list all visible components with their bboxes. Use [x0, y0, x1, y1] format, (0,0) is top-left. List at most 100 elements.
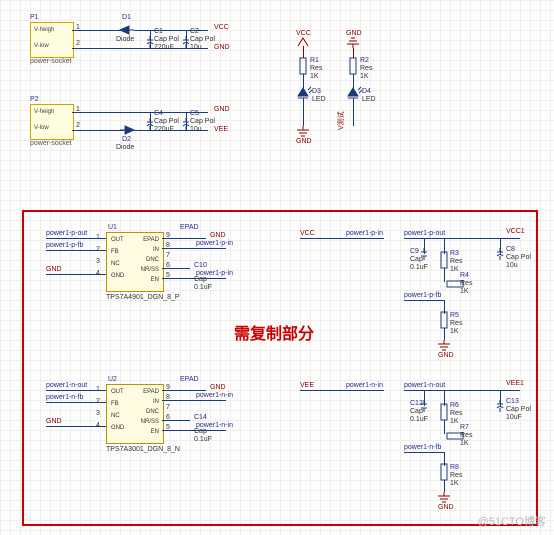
chip-u2[interactable]: OUT FB NC GND EPAD IN DNC NR/SS EN: [106, 384, 164, 444]
wire: [162, 400, 226, 401]
u2-pin-out: OUT: [111, 389, 124, 395]
p1-pin-lo: V-low: [34, 43, 49, 49]
led-d3-icon: [298, 88, 308, 98]
c5-ref: C5: [190, 110, 199, 117]
u1-pin-nc: NC: [111, 261, 120, 267]
wire: [46, 238, 106, 239]
net-p1ni-2: power1-n-in: [196, 422, 233, 429]
gnd-rail-r5: GND: [438, 352, 454, 359]
d3-ref: D3: [312, 88, 321, 95]
socket-p2[interactable]: V-heigh V-low: [30, 104, 74, 140]
vcc-arrow-icon: [298, 38, 308, 46]
c9-val: 0.1uF: [410, 264, 428, 271]
watermark: @51CTO博客: [478, 513, 546, 529]
u2-part: TPS7A3001_DGN_8_N: [106, 446, 180, 453]
p2-n2: 2: [76, 122, 80, 129]
res-r5-icon: [441, 312, 447, 328]
p2-ref: P2: [30, 96, 39, 103]
net-p1pf: power1-p-fb: [46, 242, 83, 249]
vee1-rail: VEE1: [506, 380, 524, 387]
r3-type: Res: [450, 258, 462, 265]
r7-ref: R7: [460, 424, 469, 431]
c4-type: Cap Pol: [154, 118, 179, 125]
vcc-rail-2: VCC: [296, 30, 311, 37]
wire: [72, 30, 124, 31]
wire: [46, 274, 106, 275]
chip-u1[interactable]: OUT FB NC GND EPAD IN DNC NR/SS EN: [106, 232, 164, 292]
wire: [46, 426, 106, 427]
r8-val: 1K: [450, 480, 459, 487]
wire: [162, 278, 226, 279]
r8-type: Res: [450, 472, 462, 479]
u1-pin-dnc: DNC: [146, 257, 159, 263]
u2-pin-en: EN: [151, 429, 159, 435]
wire: [303, 98, 304, 126]
gnd-icon: [347, 38, 359, 48]
c1-val: 220uF: [154, 44, 174, 51]
c12-type: Cap: [410, 408, 423, 415]
c5-val: 10u: [190, 126, 202, 133]
gnd-rail-u1l: GND: [46, 266, 62, 273]
c13-ref: C13: [506, 398, 519, 405]
r5-type: Res: [450, 320, 462, 327]
r2-type: Res: [360, 65, 372, 72]
u1-part: TPS7A4901_DGN_8_P: [106, 294, 180, 301]
p1-n2: 2: [76, 40, 80, 47]
p1-ref: P1: [30, 14, 39, 21]
c13-type: Cap Pol: [506, 406, 531, 413]
c14-val: 0.1uF: [194, 436, 212, 443]
wire: [444, 420, 445, 434]
c8-type: Cap Pol: [506, 254, 531, 261]
u1-pin-gnd: GND: [111, 273, 124, 279]
u2-pin-dnc: DNC: [146, 409, 159, 415]
c8-val: 10u: [506, 262, 518, 269]
wire: [303, 74, 304, 88]
net-p1no: power1-n-out: [46, 382, 87, 389]
wire: [404, 452, 444, 453]
r6-ref: R6: [450, 402, 459, 409]
gnd-rail-u2r: GND: [210, 384, 226, 391]
cap-c5-icon: [183, 118, 189, 130]
r4-type: Res: [460, 280, 472, 287]
u1-pin-epad: EPAD: [143, 237, 159, 243]
wire: [444, 268, 445, 282]
u1-pin-en: EN: [151, 277, 159, 283]
vtest-label: V测试: [336, 111, 346, 130]
gnd-rail-3: GND: [296, 138, 312, 145]
r7-val: 1K: [460, 440, 469, 447]
copy-annotation: 需复制部分: [234, 320, 314, 344]
vee-rail-mid: VEE: [300, 382, 314, 389]
u1-num: 3: [96, 258, 100, 265]
cap-c13-icon: [497, 400, 503, 412]
p2-pin-hi: V-heigh: [34, 109, 54, 115]
net-p1pf-r: power1-p-fb: [404, 292, 441, 299]
c13-val: 10uF: [506, 414, 522, 421]
cap-c8-icon: [497, 248, 503, 260]
cap-c4-icon: [147, 118, 153, 130]
d3-type: LED: [312, 96, 326, 103]
gnd-rail-2: GND: [214, 106, 230, 113]
u2-num: 3: [96, 410, 100, 417]
wire: [162, 420, 190, 421]
r2-ref: R2: [360, 57, 369, 64]
u2-ref: U2: [108, 376, 117, 383]
u2-epad-label: EPAD: [180, 376, 199, 383]
wire: [162, 238, 206, 239]
wire: [46, 390, 106, 391]
socket-p1[interactable]: V-heigh V-low: [30, 22, 74, 58]
r6-type: Res: [450, 410, 462, 417]
net-p1nf: power1-n-fb: [46, 394, 83, 401]
r2-val: 1K: [360, 73, 369, 80]
u2-pin-gnd: GND: [111, 425, 124, 431]
wire: [162, 268, 190, 269]
u2-pin-in: IN: [153, 399, 159, 405]
r1-type: Res: [310, 65, 322, 72]
vcc-rail-1: VCC: [214, 24, 229, 31]
r4-val: 1K: [460, 288, 469, 295]
r3-val: 1K: [450, 266, 459, 273]
led-d4-icon: [348, 88, 358, 98]
gnd-rail-r8: GND: [438, 504, 454, 511]
c9-type: Cap: [410, 256, 423, 263]
wire: [162, 430, 226, 431]
u2-pin-fb: FB: [111, 401, 119, 407]
